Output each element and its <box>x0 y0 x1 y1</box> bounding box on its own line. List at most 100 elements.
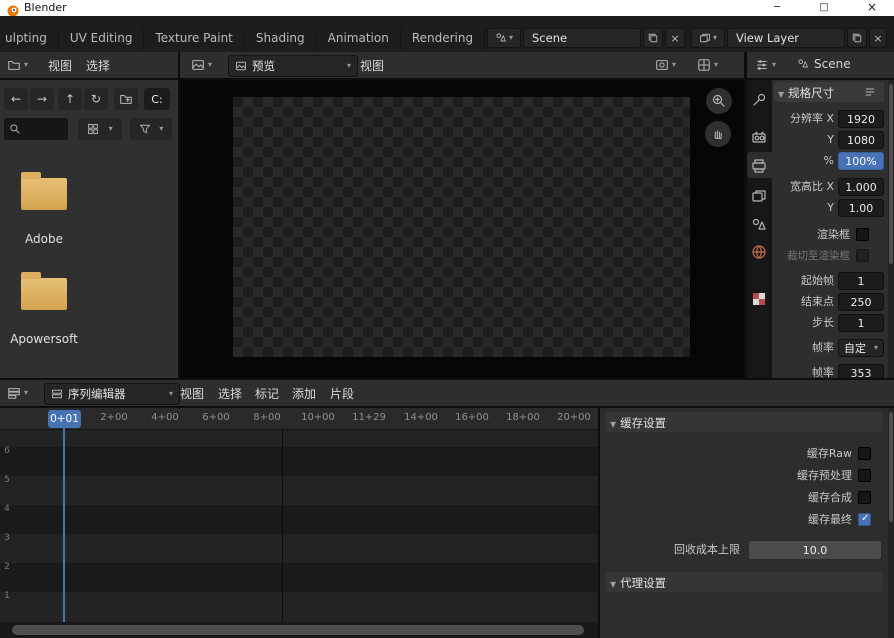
seq-menu-strip[interactable]: 片段 <box>330 385 354 402</box>
divider[interactable] <box>178 52 180 378</box>
image-icon <box>235 60 247 72</box>
filter-dropdown[interactable]: ▾ <box>130 118 172 140</box>
frame-start-label: 起始帧 <box>772 272 834 290</box>
workspace-tab-compositing[interactable]: Compo <box>485 27 486 50</box>
ruler-label: 16+00 <box>452 412 492 423</box>
presets-icon[interactable] <box>864 86 876 98</box>
cache-raw-label: 缓存Raw <box>600 446 852 462</box>
seq-menu-add[interactable]: 添加 <box>292 385 316 402</box>
frame-start-field[interactable]: 1 <box>838 272 884 290</box>
nav-forward-button[interactable]: → <box>30 88 54 110</box>
nav-refresh-button[interactable]: ↻ <box>84 88 108 110</box>
nav-up-button[interactable]: ↑ <box>58 88 82 110</box>
mask-icon <box>697 58 711 72</box>
seq-menu-marker[interactable]: 标记 <box>255 385 279 402</box>
aspect-x-field[interactable]: 1.000 <box>838 178 884 196</box>
crop-to-region-checkbox[interactable] <box>856 249 869 262</box>
cache-preprocessed-checkbox[interactable] <box>858 469 871 482</box>
file-menu-select[interactable]: 选择 <box>86 57 110 74</box>
tab-world-icon[interactable] <box>751 244 767 264</box>
render-region-checkbox[interactable] <box>856 228 869 241</box>
properties-scrollbar[interactable] <box>888 80 894 378</box>
cache-raw-checkbox[interactable] <box>858 447 871 460</box>
sequencer-view-type-dropdown[interactable]: 序列编辑器 ▾ <box>44 383 180 405</box>
maximize-button[interactable]: □ <box>809 0 839 15</box>
tab-view-layer-icon[interactable] <box>751 188 767 204</box>
image-selector-dropdown[interactable]: 预览 ▾ <box>228 55 358 77</box>
resolution-y-field[interactable]: 1080 <box>838 131 884 149</box>
image-menu-view[interactable]: 视图 <box>360 57 384 74</box>
nav-back-button[interactable]: ← <box>4 88 28 110</box>
workspace-tab-uv-editing[interactable]: UV Editing <box>59 27 145 50</box>
workspace-tab-texture-paint[interactable]: Texture Paint <box>144 27 244 50</box>
image-editor-type-dropdown[interactable]: ▾ <box>188 56 215 74</box>
tab-texture-icon[interactable] <box>751 291 767 311</box>
sequencer-timeline[interactable]: 6 5 4 3 2 1 <box>0 430 598 622</box>
divider[interactable] <box>744 52 747 378</box>
sequencer-ruler[interactable]: 2+00 4+00 6+00 8+00 10+00 11+29 14+00 16… <box>0 408 598 430</box>
frame-end-label: 结束点 <box>772 293 834 311</box>
cache-final-checkbox[interactable] <box>858 513 871 526</box>
panel-header-dimensions[interactable]: ▼规格尺寸 <box>774 82 884 102</box>
close-button[interactable]: × <box>857 0 887 15</box>
sidebar-scrollbar[interactable] <box>888 408 894 638</box>
panel-header-cache[interactable]: ▼缓存设置 <box>606 412 882 432</box>
seq-menu-view[interactable]: 视图 <box>180 385 204 402</box>
new-folder-button[interactable] <box>114 88 138 110</box>
frame-step-field[interactable]: 1 <box>838 314 884 332</box>
minimize-button[interactable]: ─ <box>762 0 792 15</box>
workspace-tab-animation[interactable]: Animation <box>317 27 401 50</box>
resolution-x-field[interactable]: 1920 <box>838 110 884 128</box>
frame-rate-dropdown[interactable]: 自定▾ <box>838 339 884 357</box>
cache-preprocessed-label: 缓存预处理 <box>600 468 852 484</box>
sequencer-h-scrollbar[interactable] <box>0 622 598 638</box>
file-browser-editor-type-dropdown[interactable]: ▾ <box>4 56 31 74</box>
workspace-tab-sculpting[interactable]: ulpting <box>0 27 59 50</box>
scene-icon <box>797 58 809 70</box>
image-mask-dropdown[interactable]: ▾ <box>694 56 721 74</box>
pan-gizmo-button[interactable] <box>705 121 731 147</box>
render-region-label: 渲染框 <box>772 226 850 244</box>
fps-value-field[interactable]: 353 <box>838 364 884 378</box>
tab-output-icon[interactable] <box>751 158 767 174</box>
frame-end-field[interactable]: 250 <box>838 293 884 311</box>
view-layer-name-field[interactable]: View Layer <box>727 28 845 48</box>
properties-editor-type-dropdown[interactable]: ▾ <box>752 56 779 74</box>
folder-item-adobe[interactable]: Adobe <box>0 170 90 250</box>
workspace-tabs: ulpting UV Editing Texture Paint Shading… <box>0 27 486 50</box>
tab-tool-icon[interactable] <box>751 92 767 108</box>
workspace-tab-rendering[interactable]: Rendering <box>401 27 485 50</box>
tab-scene-icon[interactable] <box>751 217 767 233</box>
new-view-layer-button[interactable] <box>847 28 867 48</box>
sequencer-editor-type-dropdown[interactable]: ▾ <box>4 384 31 402</box>
scene-name-field[interactable]: Scene <box>523 28 641 48</box>
ruler-label: 20+00 <box>554 412 594 423</box>
title-bar: Blender ─ □ × <box>0 0 894 17</box>
view-layer-browse-dropdown[interactable]: ▾ <box>691 28 725 48</box>
panel-header-proxy[interactable]: ▼代理设置 <box>606 572 882 592</box>
current-frame-indicator[interactable]: 0+01 <box>48 410 81 428</box>
ruler-label: 8+00 <box>247 412 287 423</box>
ruler-label: 6+00 <box>196 412 236 423</box>
workspace-tab-shading[interactable]: Shading <box>245 27 317 50</box>
folder-icon <box>21 278 67 310</box>
unlink-scene-button[interactable]: × <box>665 28 685 48</box>
new-scene-button[interactable] <box>643 28 663 48</box>
seq-menu-select[interactable]: 选择 <box>218 385 242 402</box>
zoom-gizmo-button[interactable] <box>706 88 732 114</box>
drive-path-field[interactable]: C: <box>144 88 170 110</box>
search-input[interactable] <box>4 118 68 140</box>
tab-render-icon[interactable] <box>751 129 767 145</box>
cache-composite-checkbox[interactable] <box>858 491 871 504</box>
aspect-y-field[interactable]: 1.00 <box>838 199 884 217</box>
file-menu-view[interactable]: 视图 <box>48 57 72 74</box>
playhead-line[interactable] <box>63 428 65 622</box>
recycle-limit-field[interactable]: 10.0 <box>748 540 882 560</box>
resolution-percent-slider[interactable]: 100% <box>838 152 884 170</box>
image-display-channels-dropdown[interactable]: ▾ <box>652 56 679 74</box>
remove-view-layer-button[interactable]: × <box>869 28 887 48</box>
image-editor[interactable] <box>180 80 744 378</box>
folder-item-apowersoft[interactable]: Apowersoft <box>0 270 90 350</box>
display-mode-buttons[interactable]: ▾ <box>78 118 122 140</box>
scene-browse-dropdown[interactable]: ▾ <box>487 28 521 48</box>
